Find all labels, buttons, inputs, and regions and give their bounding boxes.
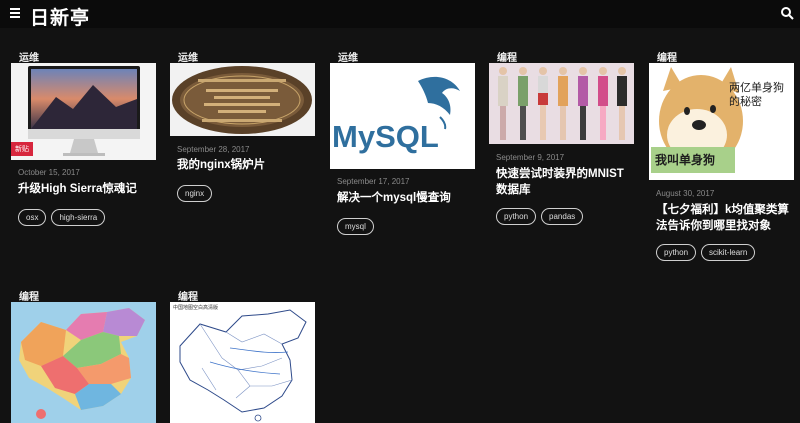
top-bar: 日新亭 [0, 0, 800, 30]
post-title[interactable]: 升级High Sierra惊魂记 [18, 181, 153, 197]
china-color-map-image [19, 308, 145, 419]
mysql-logo-text: MySQL [332, 119, 439, 154]
tag[interactable]: python [496, 208, 537, 225]
post-category[interactable]: 运维 [19, 49, 39, 64]
post-tags: mysql [337, 218, 374, 235]
post-date: September 9, 2017 [496, 153, 565, 162]
new-badge: 新贴 [11, 142, 33, 156]
post-category[interactable]: 编程 [497, 49, 517, 64]
post-date: September 28, 2017 [177, 145, 250, 154]
post-thumbnail[interactable] [11, 302, 156, 423]
post-date: October 15, 2017 [18, 168, 80, 177]
post-tags: osx high-sierra [18, 209, 106, 226]
post-category[interactable]: 编程 [178, 288, 198, 303]
tag[interactable]: scikit-learn [701, 244, 756, 261]
post-thumbnail[interactable]: 新贴 [11, 63, 156, 160]
post-tags: python scikit-learn [656, 244, 756, 261]
tag[interactable]: mysql [337, 218, 374, 235]
fashion-models-image [498, 67, 627, 140]
post-thumbnail[interactable] [170, 63, 315, 136]
post-title[interactable]: 解决一个mysql慢查询 [337, 190, 472, 206]
mysql-logo-image: MySQL [332, 76, 460, 154]
post-category[interactable]: 运维 [338, 49, 358, 64]
post-category[interactable]: 运维 [178, 49, 198, 64]
post-category[interactable]: 编程 [19, 288, 39, 303]
tag[interactable]: high-sierra [51, 209, 106, 226]
menu-icon[interactable] [10, 8, 20, 18]
post-tags: python pandas [496, 208, 584, 225]
post-date: August 30, 2017 [656, 189, 715, 198]
china-outline-map-image [179, 309, 307, 422]
tag[interactable]: python [656, 244, 697, 261]
tag[interactable]: pandas [541, 208, 584, 225]
tag[interactable]: nginx [177, 185, 213, 202]
map-caption: 中国地图空白高清版 [173, 305, 219, 311]
post-thumbnail[interactable]: 中国地图空白高清版 [170, 302, 315, 423]
search-icon[interactable] [780, 6, 794, 20]
post-title[interactable]: 【七夕福利】k均值聚类算法告诉你到哪里找对象 [656, 202, 791, 234]
meme-caption-bottom: 我叫单身狗 [655, 153, 716, 167]
post-thumbnail[interactable]: MySQL [330, 63, 475, 169]
post-date: September 17, 2017 [337, 177, 410, 186]
post-category[interactable]: 编程 [657, 49, 677, 64]
post-thumbnail[interactable]: 两亿单身狗的秘密 我叫单身狗 [649, 63, 794, 180]
post-tags: nginx [177, 185, 213, 202]
post-title[interactable]: 快速尝试时装界的MNIST数据库 [496, 166, 631, 198]
tag[interactable]: osx [18, 209, 47, 226]
post-thumbnail[interactable] [489, 63, 634, 144]
post-title[interactable]: 我的nginx锅炉片 [177, 157, 312, 173]
meme-caption-top: 两亿单身狗的秘密 [729, 81, 784, 108]
boiler-plate-image [172, 66, 312, 134]
site-title[interactable]: 日新亭 [30, 3, 90, 30]
